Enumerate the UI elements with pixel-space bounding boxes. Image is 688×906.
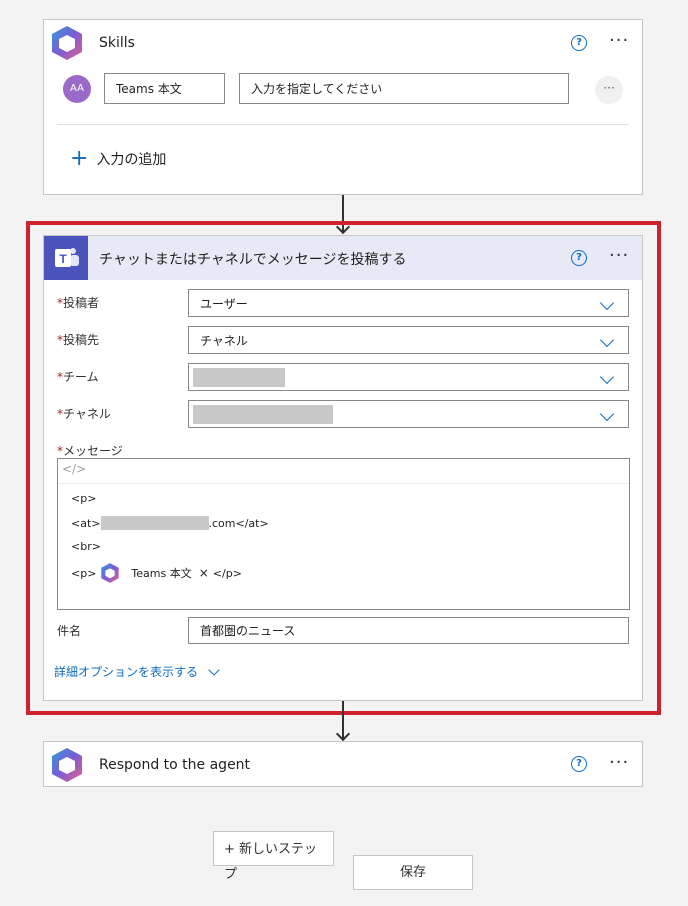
more-options-icon[interactable]: ··· xyxy=(609,754,629,772)
channel-dropdown[interactable] xyxy=(188,400,629,428)
dynamic-content-token[interactable]: Teams 本文 × xyxy=(99,562,209,584)
input-type-avatar: AA xyxy=(63,75,91,103)
more-options-icon[interactable]: ··· xyxy=(609,32,629,50)
post-in-dropdown[interactable]: チャネル xyxy=(188,326,629,354)
redacted-value xyxy=(193,368,285,387)
copilot-logo-icon xyxy=(48,24,86,62)
close-icon[interactable]: × xyxy=(199,566,209,580)
post-in-value: チャネル xyxy=(200,333,248,348)
code-view-toggle[interactable]: </> xyxy=(62,462,86,476)
copilot-logo-icon xyxy=(48,746,86,784)
input-name-field[interactable]: Teams 本文 xyxy=(104,73,225,104)
divider xyxy=(57,124,629,125)
new-step-button[interactable]: + 新しいステップ xyxy=(213,831,334,882)
svg-text:T: T xyxy=(59,252,67,266)
input-description-field[interactable]: 入力を指定してください xyxy=(239,73,569,104)
message-editor[interactable]: </> <p> <at> .com</at> <br> <p> Teams 本文… xyxy=(57,458,630,610)
line-suffix: .com</at> xyxy=(208,516,269,530)
chevron-down-icon xyxy=(599,369,615,385)
arrowhead-icon xyxy=(335,726,351,742)
redacted-value xyxy=(193,405,333,424)
respond-card: Respond to the agent ? ··· xyxy=(43,741,643,787)
redacted-value xyxy=(100,516,209,530)
more-options-icon[interactable]: ··· xyxy=(609,247,629,265)
message-line: <at> .com</at> xyxy=(71,516,269,530)
show-advanced-options-link[interactable]: 詳細オプションを表示する xyxy=(54,663,220,680)
action-header[interactable]: T チャットまたはチャネルでメッセージを投稿する ? ··· xyxy=(44,236,642,280)
token-label: Teams 本文 xyxy=(131,567,192,580)
advanced-options-label: 詳細オプションを表示する xyxy=(54,665,199,679)
skills-card: Skills ? ··· AA Teams 本文 入力を指定してください ···… xyxy=(43,19,643,195)
action-title: チャットまたはチャネルでメッセージを投稿する xyxy=(99,252,407,268)
subject-label: 件名 xyxy=(57,624,82,638)
channel-label: *チャネル xyxy=(57,407,111,421)
line-prefix: <p> xyxy=(71,566,97,580)
question-icon[interactable]: ? xyxy=(571,756,587,772)
question-icon[interactable]: ? xyxy=(571,250,587,266)
save-label: 保存 xyxy=(399,865,426,880)
team-dropdown[interactable] xyxy=(188,363,629,391)
chevron-down-icon xyxy=(599,406,615,422)
copilot-logo-icon xyxy=(99,562,121,584)
line-prefix: <at> xyxy=(71,516,101,530)
chevron-down-icon xyxy=(599,332,615,348)
input-more-button[interactable]: ··· xyxy=(595,76,623,104)
message-line: <p> Teams 本文 × </p> xyxy=(71,562,242,584)
poster-dropdown[interactable]: ユーザー xyxy=(188,289,629,317)
add-input-label: 入力の追加 xyxy=(96,152,167,168)
teams-logo-icon: T xyxy=(44,236,88,280)
save-button[interactable]: 保存 xyxy=(353,855,473,890)
chevron-down-icon xyxy=(208,663,220,676)
plus-icon: + xyxy=(70,146,89,171)
question-icon[interactable]: ? xyxy=(571,35,587,51)
message-line: <br> xyxy=(71,540,101,553)
post-in-label: *投稿先 xyxy=(57,333,100,347)
poster-value: ユーザー xyxy=(200,296,248,311)
skills-title: Skills xyxy=(99,35,135,51)
subject-field[interactable]: 首都圏のニュース xyxy=(188,617,629,644)
new-step-label: + 新しいステップ xyxy=(224,842,318,882)
chevron-down-icon xyxy=(599,295,615,311)
line-suffix: </p> xyxy=(212,566,242,580)
respond-title: Respond to the agent xyxy=(99,757,251,773)
teams-action-card: T チャットまたはチャネルでメッセージを投稿する ? ··· *投稿者 ユーザー… xyxy=(43,235,643,701)
poster-label: *投稿者 xyxy=(57,296,100,310)
team-label: *チーム xyxy=(57,370,99,384)
message-label: *メッセージ xyxy=(57,444,123,458)
toolbar-divider xyxy=(58,483,629,484)
add-input-button[interactable]: + 入力の追加 xyxy=(70,148,166,170)
message-line: <p> xyxy=(71,492,97,505)
